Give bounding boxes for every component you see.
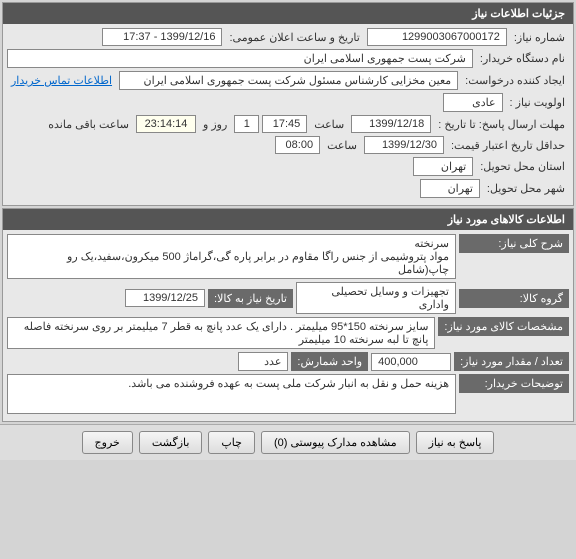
desc-label: شرح کلی نیاز: [459,234,569,253]
deadline-label: مهلت ارسال پاسخ: تا تاریخ : [434,116,569,133]
panel2-body: شرح کلی نیاز: سرنخته مواد پتروشیمی از جن… [3,230,573,421]
priority-label: اولویت نیاز : [506,94,569,111]
credit-time-label: ساعت [323,137,361,154]
contact-link[interactable]: اطلاعات تماس خریدار [7,72,116,89]
spec-value: سایز سرنخته 150*95 میلیمتر . دارای یک عد… [7,317,435,349]
announce-label: تاریخ و ساعت اعلان عمومی: [225,29,363,46]
need-date-label: تاریخ نیاز به کالا: [208,289,293,308]
qty-label: تعداد / مقدار مورد نیاز: [454,352,569,371]
announce-value: 1399/12/16 - 17:37 [102,28,222,46]
deadline-remain-label: ساعت باقی مانده [44,116,133,133]
back-button[interactable]: بازگشت [139,431,203,454]
unit-value: عدد [238,352,288,371]
need-details-panel: جزئیات اطلاعات نیاز شماره نیاز: 12990030… [2,2,574,206]
priority-value: عادی [443,93,503,112]
province-label: استان محل تحویل: [476,158,569,175]
need-date-value: 1399/12/25 [125,289,205,307]
spec-label: مشخصات کالای مورد نیاز: [438,317,569,336]
credit-label: حداقل تاریخ اعتبار قیمت: [447,137,569,154]
deadline-time: 17:45 [262,115,307,133]
city-value: تهران [420,179,480,198]
creator-label: ایجاد کننده درخواست: [461,72,569,89]
notes-value: هزینه حمل و نقل به انبار شرکت ملی پست به… [7,374,456,414]
notes-label: توضیحات خریدار: [459,374,569,393]
desc-value: سرنخته مواد پتروشیمی از جنس راگا مقاوم د… [7,234,456,279]
group-label: گروه کالا: [459,289,569,308]
attachments-button[interactable]: مشاهده مدارک پیوستی (0) [261,431,410,454]
panel2-title: اطلاعات کالاهای مورد نیاز [3,209,573,230]
deadline-date: 1399/12/18 [351,115,431,133]
unit-label: واحد شمارش: [291,352,368,371]
print-button[interactable]: چاپ [208,431,255,454]
credit-time: 08:00 [275,136,320,154]
group-value: تجهیزات و وسایل تحصیلی واداری [296,282,456,314]
panel1-body: شماره نیاز: 1299003067000172 تاریخ و ساع… [3,24,573,205]
deadline-time-label: ساعت [310,116,348,133]
buyer-label: نام دستگاه خریدار: [476,50,569,67]
goods-info-panel: اطلاعات کالاهای مورد نیاز شرح کلی نیاز: … [2,208,574,422]
deadline-days: 1 [234,115,259,133]
creator-value: معین مخزایی کارشناس مسئول شرکت پست جمهور… [119,71,458,90]
qty-value: 400,000 [371,353,451,371]
button-row: پاسخ به نیاز مشاهده مدارک پیوستی (0) چاپ… [0,424,576,460]
buyer-value: شرکت پست جمهوری اسلامی ایران [7,49,473,68]
deadline-days-label: روز و [199,116,231,133]
province-value: تهران [413,157,473,176]
city-label: شهر محل تحویل: [483,180,569,197]
need-number-value: 1299003067000172 [367,28,507,46]
panel1-title: جزئیات اطلاعات نیاز [3,3,573,24]
need-number-label: شماره نیاز: [510,29,569,46]
deadline-countdown: 23:14:14 [136,115,196,133]
respond-button[interactable]: پاسخ به نیاز [416,431,495,454]
exit-button[interactable]: خروج [82,431,133,454]
credit-date: 1399/12/30 [364,136,444,154]
